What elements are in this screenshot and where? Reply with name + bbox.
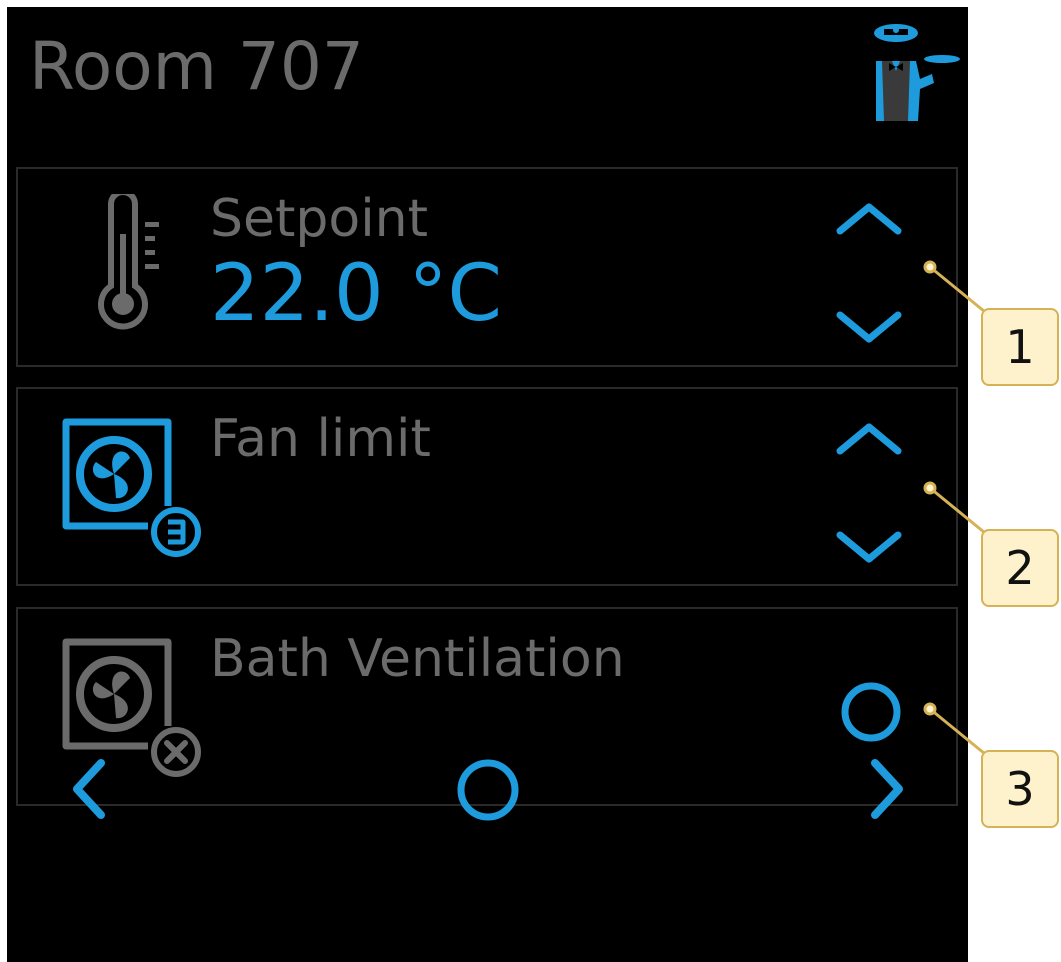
thermometer-icon [98,194,159,330]
setpoint-decrease-button[interactable] [834,309,904,345]
setpoint-label: Setpoint [210,189,429,249]
callout-3: 3 [981,750,1059,828]
device-screen: Room 707 Setpoint 22.0 °C Fan limit Bath… [7,7,968,962]
fan-limit-increase-button[interactable] [834,421,904,457]
fan-limit-decrease-button[interactable] [834,529,904,565]
fan-level-3-icon [62,418,201,557]
room-title: Room 707 [29,28,364,105]
callout-2: 2 [981,529,1059,607]
fan-limit-label: Fan limit [210,409,431,469]
bath-ventilation-label: Bath Ventilation [210,629,625,689]
butler-waiter-icon [874,24,960,121]
setpoint-panel: Setpoint 22.0 °C [16,167,958,367]
nav-home-button[interactable] [455,757,521,823]
nav-previous-button[interactable] [69,757,109,821]
callout-1: 1 [981,308,1059,386]
setpoint-value: 22.0 °C [210,249,502,339]
nav-next-button[interactable] [867,757,907,821]
bath-ventilation-toggle-button[interactable] [840,681,902,743]
fan-limit-panel: Fan limit [16,387,958,586]
setpoint-increase-button[interactable] [834,201,904,237]
